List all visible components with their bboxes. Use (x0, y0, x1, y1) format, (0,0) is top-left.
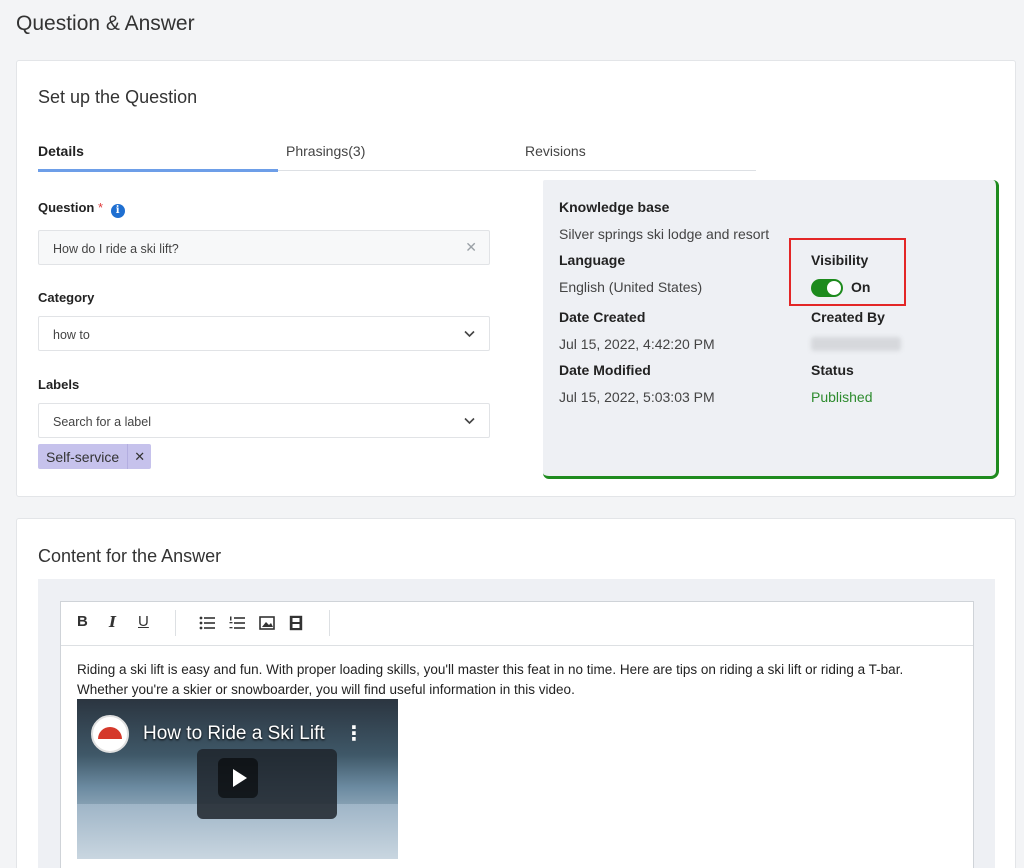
question-label: Question * i (38, 200, 125, 218)
date-modified-label: Date Modified (559, 362, 651, 378)
image-icon[interactable] (259, 616, 275, 630)
visibility-toggle[interactable] (811, 279, 843, 297)
visibility-highlight (789, 238, 906, 306)
answer-body-text: Riding a ski lift is easy and fun. With … (77, 662, 904, 697)
label-chip: Self-service ✕ (38, 444, 152, 469)
remove-label-button[interactable]: ✕ (127, 444, 151, 469)
date-created-label: Date Created (559, 309, 646, 325)
more-options-icon[interactable]: ⋮ (344, 721, 364, 746)
numbered-list-icon[interactable] (229, 616, 245, 630)
label-chip-text: Self-service (46, 448, 120, 465)
tab-details[interactable]: Details (38, 143, 84, 171)
setup-card: Set up the Question Details Phrasings(3)… (16, 60, 1016, 497)
visibility-value: On (851, 279, 871, 295)
italic-button[interactable]: I (109, 613, 116, 631)
page-title: Question & Answer (16, 12, 195, 35)
video-title: How to Ride a Ski Lift (143, 723, 325, 744)
category-select[interactable]: how to (38, 316, 490, 351)
channel-logo (91, 715, 129, 753)
status-value: Published (811, 389, 873, 405)
question-label-text: Question (38, 200, 95, 215)
required-marker: * (97, 200, 104, 215)
bullet-list-icon[interactable] (199, 616, 215, 630)
language-label: Language (559, 252, 626, 268)
play-icon[interactable] (218, 758, 258, 798)
tab-revisions[interactable]: Revisions (525, 143, 586, 171)
video-icon[interactable] (289, 615, 303, 631)
tab-bar: Details Phrasings(3) Revisions (38, 143, 756, 172)
chevron-down-icon (464, 330, 475, 338)
editor-toolbar: B I U (61, 602, 973, 646)
kb-label: Knowledge base (559, 199, 670, 215)
toggle-knob (827, 281, 841, 295)
label-search-placeholder: Search for a label (53, 415, 151, 429)
bold-button[interactable]: B (77, 613, 88, 630)
active-tab-indicator (38, 169, 278, 172)
date-created-value: Jul 15, 2022, 4:42:20 PM (559, 336, 715, 352)
created-by-value-redacted (811, 337, 901, 351)
visibility-label: Visibility (811, 252, 869, 268)
kb-value: Silver springs ski lodge and resort (559, 226, 770, 242)
setup-title: Set up the Question (38, 87, 198, 107)
status-label: Status (811, 362, 854, 378)
date-modified-value: Jul 15, 2022, 5:03:03 PM (559, 389, 715, 405)
question-input[interactable]: How do I ride a ski lift? ✕ (38, 230, 490, 265)
kb-info-panel: Knowledge base Silver springs ski lodge … (543, 180, 999, 479)
labels-label: Labels (38, 377, 80, 392)
language-value: English (United States) (559, 279, 703, 295)
category-value: how to (53, 328, 90, 342)
info-icon[interactable]: i (110, 204, 125, 218)
clear-icon[interactable]: ✕ (465, 239, 477, 256)
label-search-select[interactable]: Search for a label (38, 403, 490, 438)
category-label: Category (38, 290, 95, 305)
answer-title: Content for the Answer (38, 546, 222, 566)
underline-button[interactable]: U (138, 613, 149, 630)
rich-text-editor[interactable]: B I U Riding a ski lift is easy and fun.… (60, 601, 974, 868)
created-by-label: Created By (811, 309, 885, 325)
tab-phrasings[interactable]: Phrasings(3) (286, 143, 365, 171)
toolbar-divider (329, 610, 330, 636)
chevron-down-icon (464, 417, 475, 425)
video-embed[interactable]: How to Ride a Ski Lift ⋮ (77, 699, 398, 859)
question-value: How do I ride a ski lift? (53, 242, 179, 256)
toolbar-divider (175, 610, 176, 636)
answer-card: Content for the Answer B I U Riding a sk… (16, 518, 1016, 868)
